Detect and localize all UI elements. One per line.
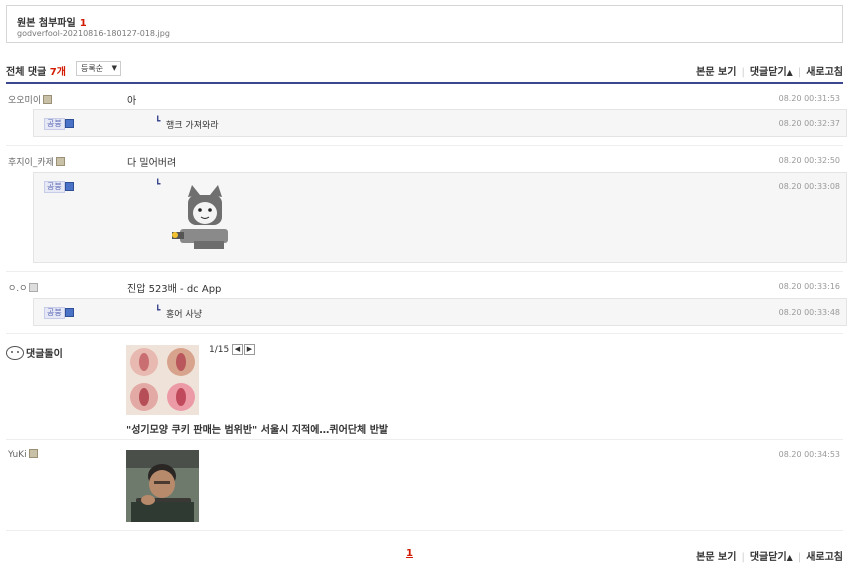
comment-date: 08.20 00:34:53: [778, 450, 840, 459]
refresh-link[interactable]: 새로고침: [806, 67, 843, 78]
attachment-title: 원본 첨부파일 1: [17, 14, 87, 29]
close-comments-label: 댓글닫기: [749, 67, 787, 78]
divider: |: [741, 67, 745, 78]
reply-date: 08.20 00:33:48: [778, 308, 840, 317]
ad-thumbnail[interactable]: [126, 345, 199, 415]
footer-actions: 본문 보기 | 댓글닫기▲ | 새로고침: [696, 548, 843, 563]
sort-select-value: 등록순: [81, 64, 104, 73]
caret-up-icon: ▲: [786, 68, 793, 77]
fixed-nick-icon: [55, 157, 65, 166]
close-comments-link[interactable]: 댓글닫기▲: [750, 67, 793, 78]
fixed-nick-icon: [28, 449, 38, 458]
ad-next-button[interactable]: ▶: [244, 344, 255, 355]
comment-text: 진압 523배 - dc App: [127, 284, 222, 295]
manager-icon: [65, 308, 74, 317]
comment-total-count: 7개: [49, 67, 66, 78]
view-post-link[interactable]: 본문 보기: [696, 67, 736, 78]
reply-arrow-icon: ┗: [155, 306, 161, 316]
attachment-file-link[interactable]: godverfool-20210816-180127-018.jpg: [17, 29, 170, 38]
reply-arrow-icon: ┗: [155, 117, 161, 127]
reply-box: 공붕 ┗ 08.20 00:33:08: [33, 172, 847, 263]
ad-headline-link[interactable]: "성기모양 쿠키 판매는 범위반" 서울시 지적에…퀴어단체 반발: [126, 421, 388, 436]
comment-bot-name: 댓글돌이: [26, 349, 63, 360]
ad-pager: 1/15: [209, 345, 230, 355]
comment-total: 전체 댓글 7개: [6, 63, 66, 78]
page-link-current[interactable]: 1: [406, 548, 413, 559]
comment-bot-label: 댓글돌이: [6, 345, 63, 360]
reply-text: 행크 가져와라: [166, 121, 219, 131]
close-comments-label: 댓글닫기: [749, 552, 787, 563]
comment-date: 08.20 00:31:53: [778, 94, 840, 103]
comment-text: 아: [127, 96, 137, 107]
comment-nick[interactable]: YuKi: [8, 449, 38, 460]
comment-bot-ad: 댓글돌이 1/15 ◀ ▶ "성기모양 쿠키 판매는 범위반" 서울시 지적에……: [6, 337, 843, 440]
divider: |: [797, 552, 802, 563]
comment-row: 후지이_카제 다 밀어버려 08.20 00:32:50 공붕 ┗ 08.20 …: [6, 149, 847, 272]
refresh-link[interactable]: 새로고침: [806, 552, 843, 563]
comment-date: 08.20 00:32:50: [778, 156, 840, 165]
comment-text: 다 밀어버려: [127, 158, 177, 169]
comment-row: YuKi 08.20 00:34:53: [6, 441, 843, 531]
reply-nick[interactable]: 공붕: [44, 118, 65, 130]
caret-up-icon: ▲: [786, 553, 793, 562]
reply-arrow-icon: ┗: [155, 180, 161, 190]
comment-row: 오오미이 아 08.20 00:31:53 공붕 ┗ 행크 가져와라 08.20…: [6, 86, 847, 146]
dccon-sticker: [170, 183, 240, 253]
chevron-down-icon: ▼: [111, 64, 117, 72]
comment-total-label: 전체 댓글: [6, 67, 47, 78]
close-comments-link[interactable]: 댓글닫기▲: [750, 552, 793, 563]
comments-footer: 1 본문 보기 | 댓글닫기▲ | 새로고침: [6, 546, 843, 566]
view-post-link[interactable]: 본문 보기: [696, 552, 736, 563]
ad-prev-button[interactable]: ◀: [232, 344, 243, 355]
manager-icon: [65, 119, 74, 128]
comment-nick-text: YuKi: [8, 450, 27, 460]
comment-nick-text: 오오미이: [8, 96, 42, 106]
fixed-nick-icon: [43, 95, 53, 104]
comment-image[interactable]: [126, 450, 199, 522]
comment-nick[interactable]: 후지이_카제: [8, 155, 65, 168]
reply-text: 홍어 사냥: [166, 310, 202, 320]
divider: |: [797, 67, 802, 78]
reply-date: 08.20 00:33:08: [778, 182, 840, 191]
comment-date: 08.20 00:33:16: [778, 282, 840, 291]
reply-nick[interactable]: 공붕: [44, 307, 65, 319]
comment-nick-text: 후지이_카제: [8, 158, 54, 168]
divider: |: [741, 552, 745, 563]
comment-actions: 본문 보기 | 댓글닫기▲ | 새로고침: [696, 63, 843, 78]
bot-face-icon: [6, 346, 24, 360]
comment-nick-text: ㅇ.ㅇ: [8, 284, 28, 294]
manager-icon: [65, 182, 74, 191]
sort-select[interactable]: 등록순 ▼: [76, 61, 121, 76]
comment-row: ㅇ.ㅇ 진압 523배 - dc App 08.20 00:33:16 공붕 ┗…: [6, 274, 847, 334]
reply-box: 공붕 ┗ 행크 가져와라 08.20 00:32:37: [33, 109, 847, 137]
attachment-box: 원본 첨부파일 1 godverfool-20210816-180127-018.…: [6, 5, 843, 43]
comments-header: 전체 댓글 7개 등록순 ▼ 본문 보기 | 댓글닫기▲ | 새로고침: [6, 60, 843, 84]
comment-nick[interactable]: ㅇ.ㅇ: [8, 281, 39, 294]
attachment-count: 1: [79, 18, 87, 29]
attachment-title-label: 원본 첨부파일: [17, 18, 76, 29]
reply-nick[interactable]: 공붕: [44, 181, 65, 193]
guest-icon: [29, 283, 39, 292]
reply-date: 08.20 00:32:37: [778, 119, 840, 128]
comment-nick[interactable]: 오오미이: [8, 93, 53, 106]
reply-box: 공붕 ┗ 홍어 사냥 08.20 00:33:48: [33, 298, 847, 326]
